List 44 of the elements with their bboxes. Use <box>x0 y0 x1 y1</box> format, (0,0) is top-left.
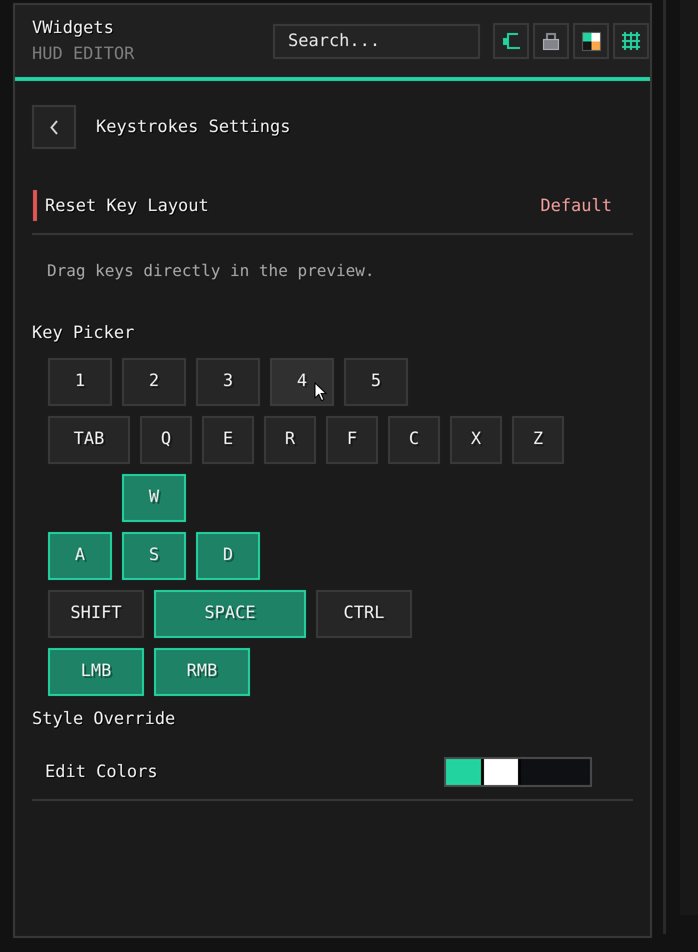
key-button[interactable]: 4 <box>270 358 334 406</box>
mouse-pointer-icon <box>314 382 327 402</box>
hint-text: Drag keys directly in the preview. <box>46 261 376 281</box>
key-button[interactable]: S <box>122 532 186 580</box>
search-field[interactable]: Search... <box>273 24 480 58</box>
color-strip-button[interactable] <box>444 757 592 787</box>
key-button[interactable]: LMB <box>48 648 144 696</box>
key-button[interactable]: SHIFT <box>48 590 144 638</box>
key-button[interactable]: 2 <box>122 358 186 406</box>
key-button[interactable]: 3 <box>196 358 260 406</box>
key-button[interactable]: E <box>202 416 254 464</box>
key-button[interactable]: RMB <box>154 648 250 696</box>
section-title: Style Override <box>32 709 176 729</box>
key-button[interactable]: Q <box>140 416 192 464</box>
key-button[interactable]: W <box>122 474 186 522</box>
setting-value: Default <box>540 194 612 216</box>
toolbar-button[interactable] <box>533 23 569 59</box>
key-button[interactable]: TAB <box>48 416 130 464</box>
key-button[interactable]: A <box>48 532 112 580</box>
key-button[interactable]: 1 <box>48 358 112 406</box>
setting-label: Edit Colors <box>45 761 158 783</box>
key-button[interactable]: R <box>264 416 316 464</box>
toolbar-button[interactable] <box>613 23 649 59</box>
quad-squares-icon <box>582 32 600 50</box>
chevron-left-icon <box>50 120 58 134</box>
grid-icon <box>622 32 640 50</box>
section-title: Key Picker <box>32 323 136 343</box>
setting-label[interactable]: Reset Key Layout <box>45 194 209 216</box>
key-button[interactable]: C <box>388 416 440 464</box>
key-button[interactable]: CTRL <box>316 590 412 638</box>
key-button[interactable]: D <box>196 532 260 580</box>
toolbar-button[interactable] <box>573 23 609 59</box>
marker-bar-icon <box>33 190 37 221</box>
key-button[interactable]: F <box>326 416 378 464</box>
key-button[interactable]: Z <box>512 416 564 464</box>
toolbar-button[interactable] <box>493 23 529 59</box>
app-title: VWidgets <box>32 17 115 39</box>
key-button[interactable]: 5 <box>344 358 408 406</box>
lock-icon <box>543 32 559 50</box>
key-button[interactable]: X <box>450 416 502 464</box>
page-title: Keystrokes Settings <box>96 116 290 138</box>
key-button[interactable]: SPACE <box>154 590 306 638</box>
app-subtitle: HUD EDITOR <box>32 43 134 65</box>
bracket-icon <box>502 33 520 49</box>
